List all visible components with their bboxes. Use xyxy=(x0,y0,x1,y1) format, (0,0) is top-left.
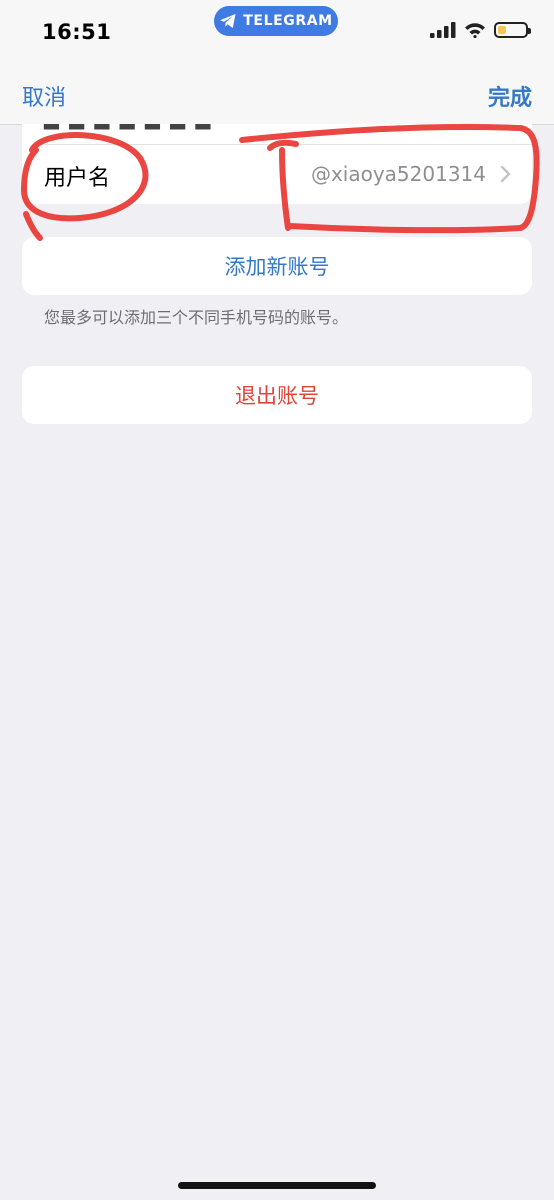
username-label: 用户名 xyxy=(44,166,111,191)
system-icons xyxy=(430,22,531,38)
username-value: @xiaoya5201314 xyxy=(310,162,486,186)
clipped-row: ▬ ▬ ▬ ▬ ▬ ▬ ▬ xyxy=(42,124,213,136)
cancel-button[interactable]: 取消 xyxy=(22,80,66,112)
status-bar: 16:51 TELEGRAM xyxy=(0,0,554,66)
row-divider xyxy=(42,144,532,145)
add-account-label: 添加新账号 xyxy=(224,255,330,279)
battery-icon xyxy=(494,22,531,38)
chevron-right-icon xyxy=(500,165,511,183)
signal-icon xyxy=(430,22,456,38)
home-indicator xyxy=(178,1182,376,1189)
telegram-pill[interactable]: TELEGRAM xyxy=(214,6,338,36)
navigation-bar: 取消 完成 xyxy=(0,66,554,125)
account-settings-group: ▬ ▬ ▬ ▬ ▬ ▬ ▬ 用户名 @xiaoya5201314 xyxy=(22,124,532,204)
logout-button[interactable]: 退出账号 xyxy=(22,366,532,424)
logout-label: 退出账号 xyxy=(235,384,319,408)
done-button[interactable]: 完成 xyxy=(488,80,532,112)
add-account-note: 您最多可以添加三个不同手机号码的账号。 xyxy=(44,308,349,327)
telegram-pill-label: TELEGRAM xyxy=(243,13,333,29)
telegram-plane-icon xyxy=(220,14,236,28)
wifi-icon xyxy=(465,23,485,38)
add-account-button[interactable]: 添加新账号 xyxy=(22,237,532,295)
status-time: 16:51 xyxy=(42,20,112,44)
